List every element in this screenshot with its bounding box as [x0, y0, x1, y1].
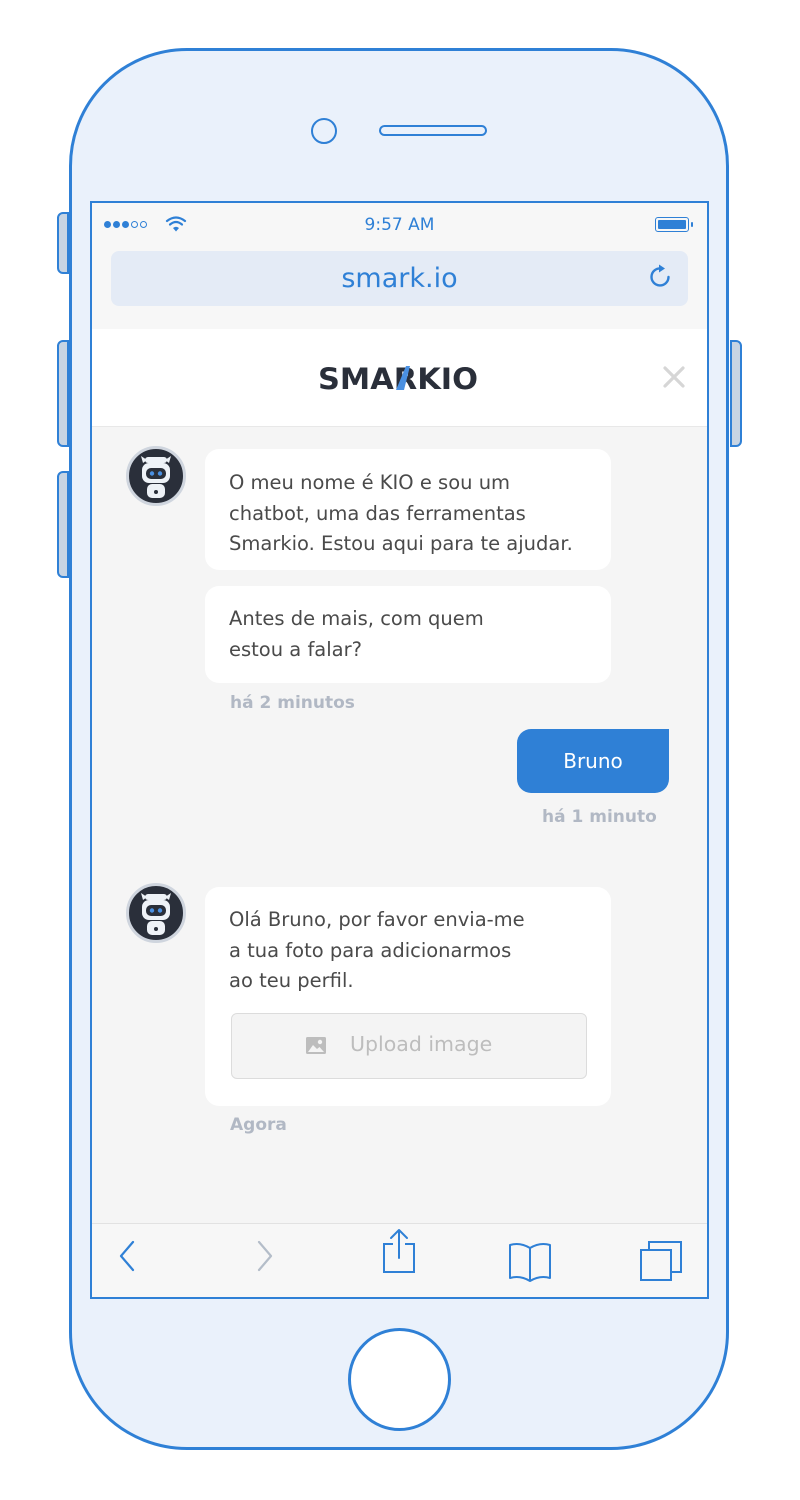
- message-line: ao teu perfil.: [229, 969, 354, 992]
- message-timestamp: Agora: [230, 1115, 287, 1135]
- message-timestamp: há 2 minutos: [230, 693, 355, 713]
- browser-chrome: 9:57 AM smark.io: [92, 203, 707, 330]
- robot-icon: [141, 456, 171, 498]
- tabs-icon[interactable]: [639, 1240, 683, 1282]
- battery-icon: [655, 217, 693, 232]
- bot-message-bubble: O meu nome é KIO e sou um chatbot, uma d…: [205, 449, 611, 570]
- volume-up-button: [57, 340, 69, 447]
- share-icon[interactable]: [381, 1228, 417, 1274]
- front-camera: [311, 118, 337, 144]
- home-button[interactable]: [348, 1328, 451, 1431]
- volume-down-button: [57, 471, 69, 578]
- phone-screen: 9:57 AM smark.io SMARKIO O meu nome é KI…: [90, 201, 709, 1299]
- message-line: estou a falar?: [229, 637, 362, 661]
- message-line: Smarkio. Estou aqui para te ajudar.: [229, 532, 573, 555]
- robot-icon: [141, 893, 171, 935]
- bot-avatar: [126, 446, 186, 506]
- url-text: smark.io: [341, 263, 458, 294]
- power-button: [730, 340, 742, 447]
- bookmarks-icon[interactable]: [508, 1240, 552, 1284]
- address-bar[interactable]: smark.io: [111, 251, 688, 306]
- bot-avatar: [126, 883, 186, 943]
- message-line: Antes de mais, com quem: [229, 607, 484, 630]
- message-line: a tua foto para adicionarmos: [229, 938, 512, 962]
- user-message-bubble: Bruno: [517, 729, 669, 793]
- upload-image-label: Upload image: [350, 1032, 493, 1056]
- close-icon[interactable]: [662, 365, 686, 389]
- upload-image-button[interactable]: Upload image: [231, 1013, 587, 1079]
- bot-message-bubble: Antes de mais, com quem estou a falar?: [205, 586, 611, 683]
- message-line: Olá Bruno, por favor envia-me: [229, 908, 525, 931]
- back-icon[interactable]: [117, 1236, 137, 1276]
- status-time: 9:57 AM: [364, 215, 435, 235]
- mute-switch: [57, 212, 69, 274]
- message-timestamp: há 1 minuto: [542, 807, 657, 827]
- reload-icon[interactable]: [648, 264, 674, 292]
- smarkio-logo: SMARKIO: [318, 363, 478, 393]
- message-line: chatbot, uma das ferramentas: [229, 501, 526, 525]
- chat-header: SMARKIO: [92, 329, 707, 427]
- forward-icon[interactable]: [255, 1236, 275, 1276]
- message-line: O meu nome é KIO e sou um: [229, 471, 511, 494]
- earpiece-speaker: [379, 125, 487, 136]
- image-icon: [306, 1037, 326, 1054]
- browser-toolbar: [92, 1223, 707, 1297]
